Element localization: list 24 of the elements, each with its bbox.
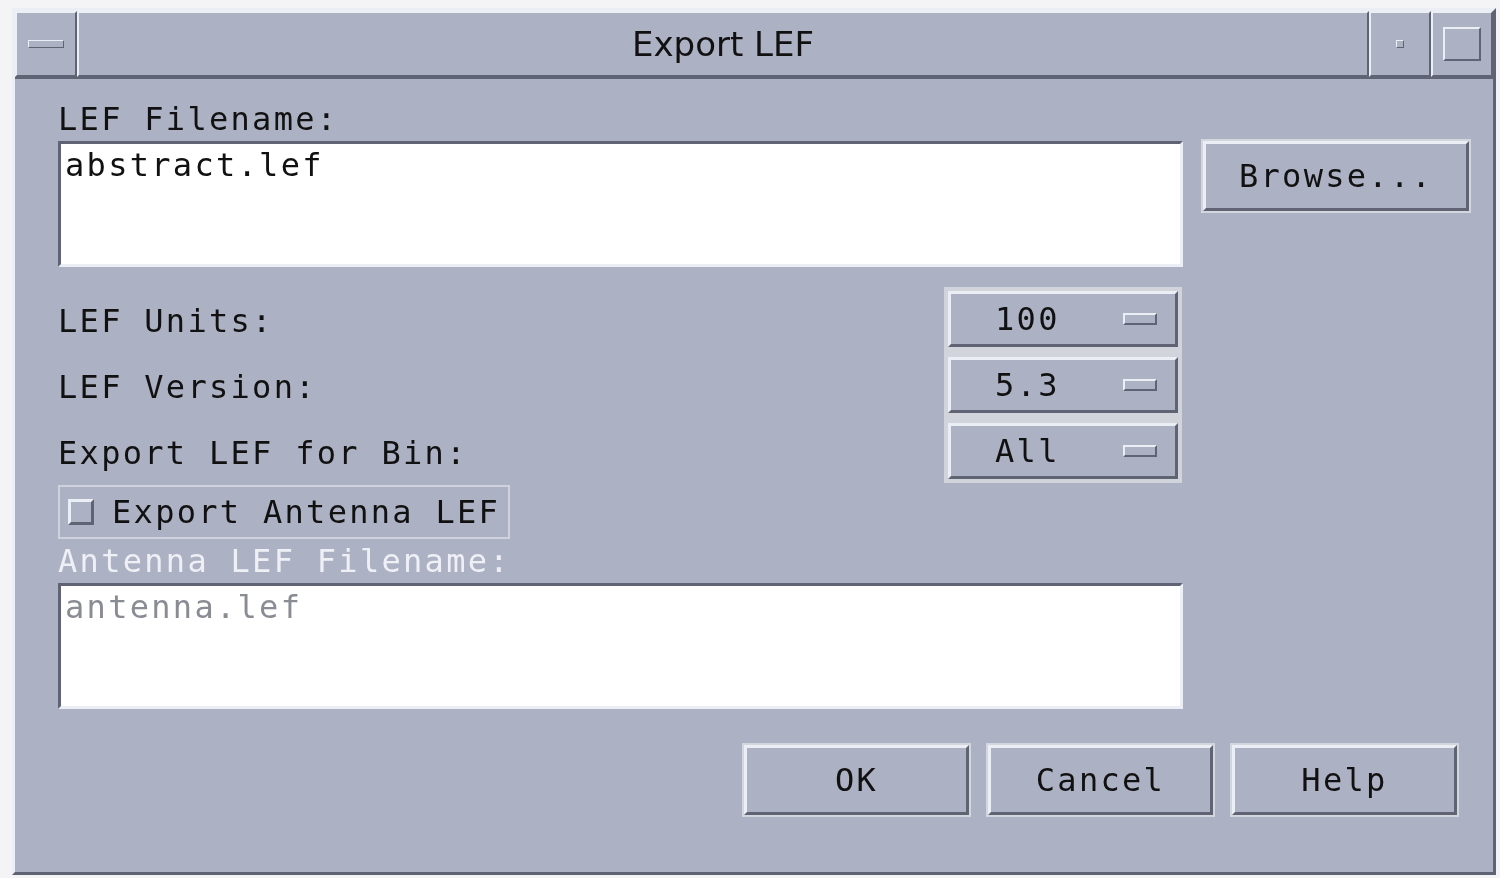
option-label: LEF Units:: [58, 302, 274, 340]
antenna-checkbox[interactable]: Export Antenna LEF: [58, 485, 511, 539]
maximize-icon: [1443, 27, 1481, 61]
window-title: Export LEF: [631, 24, 815, 64]
browse-button[interactable]: Browse...: [1203, 141, 1469, 211]
minimize-icon: [1396, 40, 1404, 48]
field-label: Antenna LEF Filename:: [58, 542, 511, 580]
option-menu[interactable]: 100: [948, 291, 1178, 347]
option-menu[interactable]: 5.3: [948, 357, 1178, 413]
dropdown-indicator-icon: [1123, 379, 1157, 391]
option-menu[interactable]: All: [948, 423, 1178, 479]
field-label: LEF Filename:: [58, 100, 339, 138]
menu-bar-icon: [28, 40, 64, 48]
option-label: Export LEF for Bin:: [58, 434, 468, 472]
option-label: LEF Version:: [58, 368, 317, 406]
minimize-button[interactable]: [1369, 11, 1431, 77]
dropdown-indicator-icon: [1123, 313, 1157, 325]
dialog-button[interactable]: OK: [744, 745, 969, 815]
dialog-button[interactable]: Cancel: [988, 745, 1213, 815]
maximize-button[interactable]: [1431, 11, 1493, 77]
dropdown-indicator-icon: [1123, 445, 1157, 457]
window-menu-button[interactable]: [15, 11, 77, 77]
dialog-button[interactable]: Help: [1232, 745, 1457, 815]
filename-field[interactable]: abstract.lef: [58, 141, 1183, 267]
